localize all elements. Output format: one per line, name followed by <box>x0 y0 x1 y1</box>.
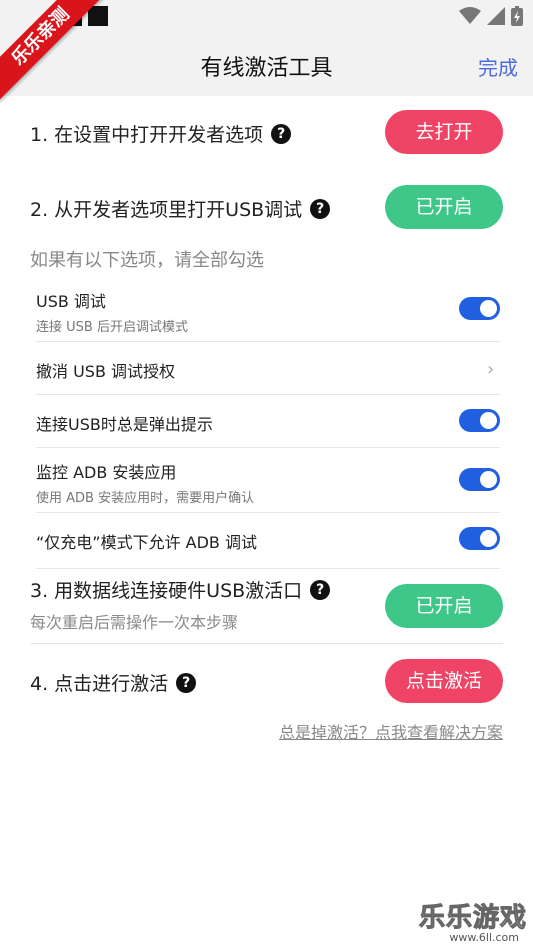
options-hint: 如果有以下选项，请全部勾选 <box>30 250 264 271</box>
usb-debug-enabled-button[interactable]: 已开启 <box>385 185 503 229</box>
divider <box>30 643 503 644</box>
option-desc: 连接 USB 后开启调试模式 <box>36 320 188 335</box>
option-revoke-usb-auth[interactable]: 撤消 USB 调试授权 <box>36 358 500 382</box>
option-usb-debug: USB 调试 连接 USB 后开启调试模式 <box>36 288 500 335</box>
toggle-knob <box>480 412 497 429</box>
wifi-icon <box>459 7 481 24</box>
notification-icon-2 <box>88 6 108 26</box>
step-1: 1. 在设置中打开开发者选项 ? <box>30 120 292 147</box>
toggle-knob <box>480 300 497 317</box>
option-adb-install-monitor: 监控 ADB 安装应用 使用 ADB 安装应用时，需要用户确认 <box>36 459 500 506</box>
step-3-sub: 每次重启后需操作一次本步骤 <box>30 613 239 632</box>
divider <box>36 447 500 448</box>
help-icon[interactable]: ? <box>310 198 331 219</box>
step-2: 2. 从开发者选项里打开USB调试 ? <box>30 195 331 222</box>
activate-button[interactable]: 点击激活 <box>385 659 503 703</box>
adb-install-toggle[interactable] <box>459 468 500 491</box>
help-icon[interactable]: ? <box>310 579 331 600</box>
step-4-label: 4. 点击进行激活 <box>30 673 169 695</box>
option-desc: 使用 ADB 安装应用时，需要用户确认 <box>36 491 255 506</box>
step-2-label: 2. 从开发者选项里打开USB调试 <box>30 199 303 221</box>
step-3-label: 3. 用数据线连接硬件USB激活口 <box>30 580 303 602</box>
option-usb-prompt: 连接USB时总是弹出提示 <box>36 411 500 435</box>
option-label: 连接USB时总是弹出提示 <box>36 415 213 434</box>
usb-debug-toggle[interactable] <box>459 297 500 320</box>
page-title: 有线激活工具 <box>200 56 333 81</box>
watermark-small: www.6ll.com <box>449 931 519 944</box>
divider <box>36 341 500 342</box>
site-watermark: 乐乐游戏 www.6ll.com <box>413 897 533 949</box>
step-1-label: 1. 在设置中打开开发者选项 <box>30 124 264 146</box>
usb-prompt-toggle[interactable] <box>459 409 500 432</box>
battery-icon <box>511 6 523 26</box>
done-button[interactable]: 完成 <box>478 52 518 81</box>
open-developer-options-button[interactable]: 去打开 <box>385 110 503 154</box>
option-label: “仅充电”模式下允许 ADB 调试 <box>36 533 257 552</box>
toggle-knob <box>480 471 497 488</box>
step-3: 3. 用数据线连接硬件USB激活口 ? <box>30 576 331 603</box>
divider <box>36 512 500 513</box>
charge-only-adb-toggle[interactable] <box>459 527 500 550</box>
help-solution-link[interactable]: 总是掉激活？点我查看解决方案 <box>279 719 503 743</box>
chevron-right-icon: › <box>487 359 495 380</box>
step-4: 4. 点击进行激活 ? <box>30 669 197 696</box>
toggle-knob <box>480 530 497 547</box>
divider <box>36 394 500 395</box>
help-icon[interactable]: ? <box>176 672 197 693</box>
option-label: 监控 ADB 安装应用 <box>36 463 177 482</box>
watermark-big: 乐乐游戏 <box>418 903 527 934</box>
help-icon[interactable]: ? <box>271 123 292 144</box>
divider <box>36 568 500 569</box>
option-label: 撤消 USB 调试授权 <box>36 362 176 381</box>
usb-connected-button[interactable]: 已开启 <box>385 584 503 628</box>
signal-icon <box>487 7 505 25</box>
option-label: USB 调试 <box>36 292 106 311</box>
status-bar-right <box>459 6 523 26</box>
option-charge-only-adb: “仅充电”模式下允许 ADB 调试 <box>36 529 500 553</box>
